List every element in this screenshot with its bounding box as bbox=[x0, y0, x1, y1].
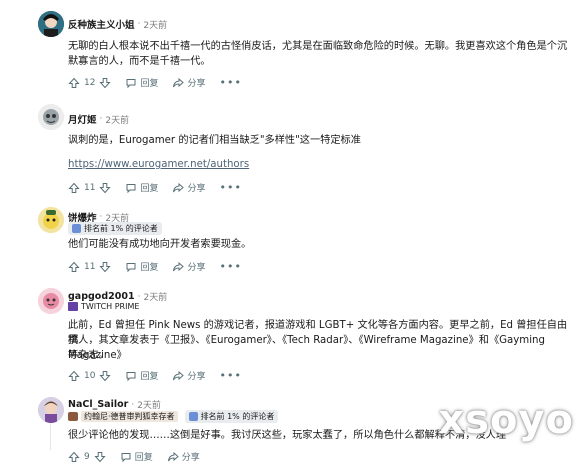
badge-icon bbox=[72, 224, 81, 233]
share-button[interactable]: 分享 bbox=[172, 369, 205, 382]
vote-control: 12 bbox=[68, 77, 112, 89]
reply-button[interactable]: 回复 bbox=[125, 260, 158, 273]
upvote-icon[interactable] bbox=[68, 182, 80, 194]
avatar-icon bbox=[38, 288, 64, 314]
comment-author[interactable]: NaCl_Sailor bbox=[68, 399, 128, 410]
avatar-icon bbox=[38, 397, 64, 423]
avatar-icon bbox=[38, 11, 64, 37]
vote-control: 10 bbox=[68, 370, 112, 382]
comment-body: 讽刺的是，Eurogamer 的记者们相当缺乏"多样性"这一特定标准 bbox=[68, 135, 361, 146]
share-icon bbox=[173, 261, 185, 271]
top-commenter-badge: 排名前 1% 的评论者 bbox=[184, 410, 279, 423]
avatar[interactable] bbox=[38, 11, 64, 37]
upvote-icon[interactable] bbox=[68, 261, 80, 273]
flair-icon bbox=[68, 412, 78, 421]
user-flair: TWITCH PRIME bbox=[68, 302, 139, 311]
comment-time: 2天前 bbox=[143, 293, 168, 303]
share-icon bbox=[173, 370, 185, 380]
upvote-icon[interactable] bbox=[68, 77, 80, 89]
comment-body-line-3: 等杂志。 bbox=[68, 350, 109, 361]
more-options-button[interactable]: ••• bbox=[219, 181, 241, 194]
vote-count: 12 bbox=[84, 77, 96, 88]
comment-link[interactable]: https://www.eurogamer.net/authors bbox=[68, 157, 249, 172]
share-button[interactable]: 分享 bbox=[167, 450, 200, 463]
share-button[interactable]: 分享 bbox=[172, 76, 205, 89]
avatar-icon bbox=[38, 207, 64, 233]
downvote-icon[interactable] bbox=[99, 182, 112, 194]
badge-icon bbox=[188, 412, 198, 421]
comment-body: 他们可能没有成功地向开发者索要现金。 bbox=[68, 239, 252, 250]
comment-author[interactable]: 月灯姬 bbox=[68, 112, 97, 126]
vote-count: 10 bbox=[84, 370, 96, 381]
avatar[interactable] bbox=[38, 104, 64, 130]
top-commenter-badge: 排名前 1% 的评论者 bbox=[68, 222, 162, 235]
downvote-icon[interactable] bbox=[99, 261, 112, 273]
avatar-icon bbox=[38, 104, 64, 130]
comment-author[interactable]: gapgod2001 bbox=[68, 291, 135, 302]
watermark-logo: xsoyo bbox=[438, 397, 574, 443]
comment-bubble-icon bbox=[126, 78, 136, 88]
vote-count: 11 bbox=[84, 261, 96, 272]
reply-button[interactable]: 回复 bbox=[120, 450, 153, 463]
avatar[interactable] bbox=[38, 207, 64, 233]
downvote-icon[interactable] bbox=[94, 451, 106, 463]
share-icon bbox=[173, 182, 185, 192]
comment-author[interactable]: 反种族主义小姐 bbox=[68, 17, 135, 31]
reply-button[interactable]: 回复 bbox=[125, 181, 158, 194]
downvote-icon[interactable] bbox=[99, 370, 112, 382]
twitch-icon bbox=[68, 302, 78, 311]
comment-bubble-icon bbox=[121, 452, 131, 462]
upvote-icon[interactable] bbox=[68, 451, 80, 463]
vote-count: 11 bbox=[84, 182, 96, 193]
downvote-icon[interactable] bbox=[99, 77, 112, 89]
more-options-button[interactable]: ••• bbox=[219, 76, 241, 89]
share-icon bbox=[167, 451, 179, 461]
reply-button[interactable]: 回复 bbox=[125, 76, 158, 89]
comment-bubble-icon bbox=[126, 262, 136, 272]
share-icon bbox=[173, 77, 185, 87]
share-button[interactable]: 分享 bbox=[172, 181, 205, 194]
more-options-button[interactable]: ••• bbox=[219, 369, 241, 382]
vote-control: 11 bbox=[68, 261, 112, 273]
comment-body: 无聊的白人根本说不出千禧一代的古怪俏皮话，尤其是在面临致命危险的时候。无聊。我更… bbox=[68, 41, 568, 67]
thread-line bbox=[50, 420, 51, 450]
more-options-button[interactable]: ••• bbox=[219, 260, 241, 273]
upvote-icon[interactable] bbox=[68, 370, 80, 382]
comment-bubble-icon bbox=[126, 371, 136, 381]
vote-control: 11 bbox=[68, 182, 112, 194]
reply-button[interactable]: 回复 bbox=[125, 369, 158, 382]
vote-count: 9 bbox=[84, 451, 90, 462]
avatar[interactable] bbox=[38, 397, 64, 423]
share-button[interactable]: 分享 bbox=[172, 260, 205, 273]
user-flair: 约翰尼·德普审判狐幸存者 排名前 1% 的评论者 bbox=[68, 410, 279, 423]
comment-time: 2天前 bbox=[143, 20, 168, 31]
avatar[interactable] bbox=[38, 288, 64, 314]
comment-bubble-icon bbox=[126, 183, 136, 193]
comment-time: 2天前 bbox=[105, 115, 130, 126]
vote-control: 9 bbox=[68, 451, 106, 463]
